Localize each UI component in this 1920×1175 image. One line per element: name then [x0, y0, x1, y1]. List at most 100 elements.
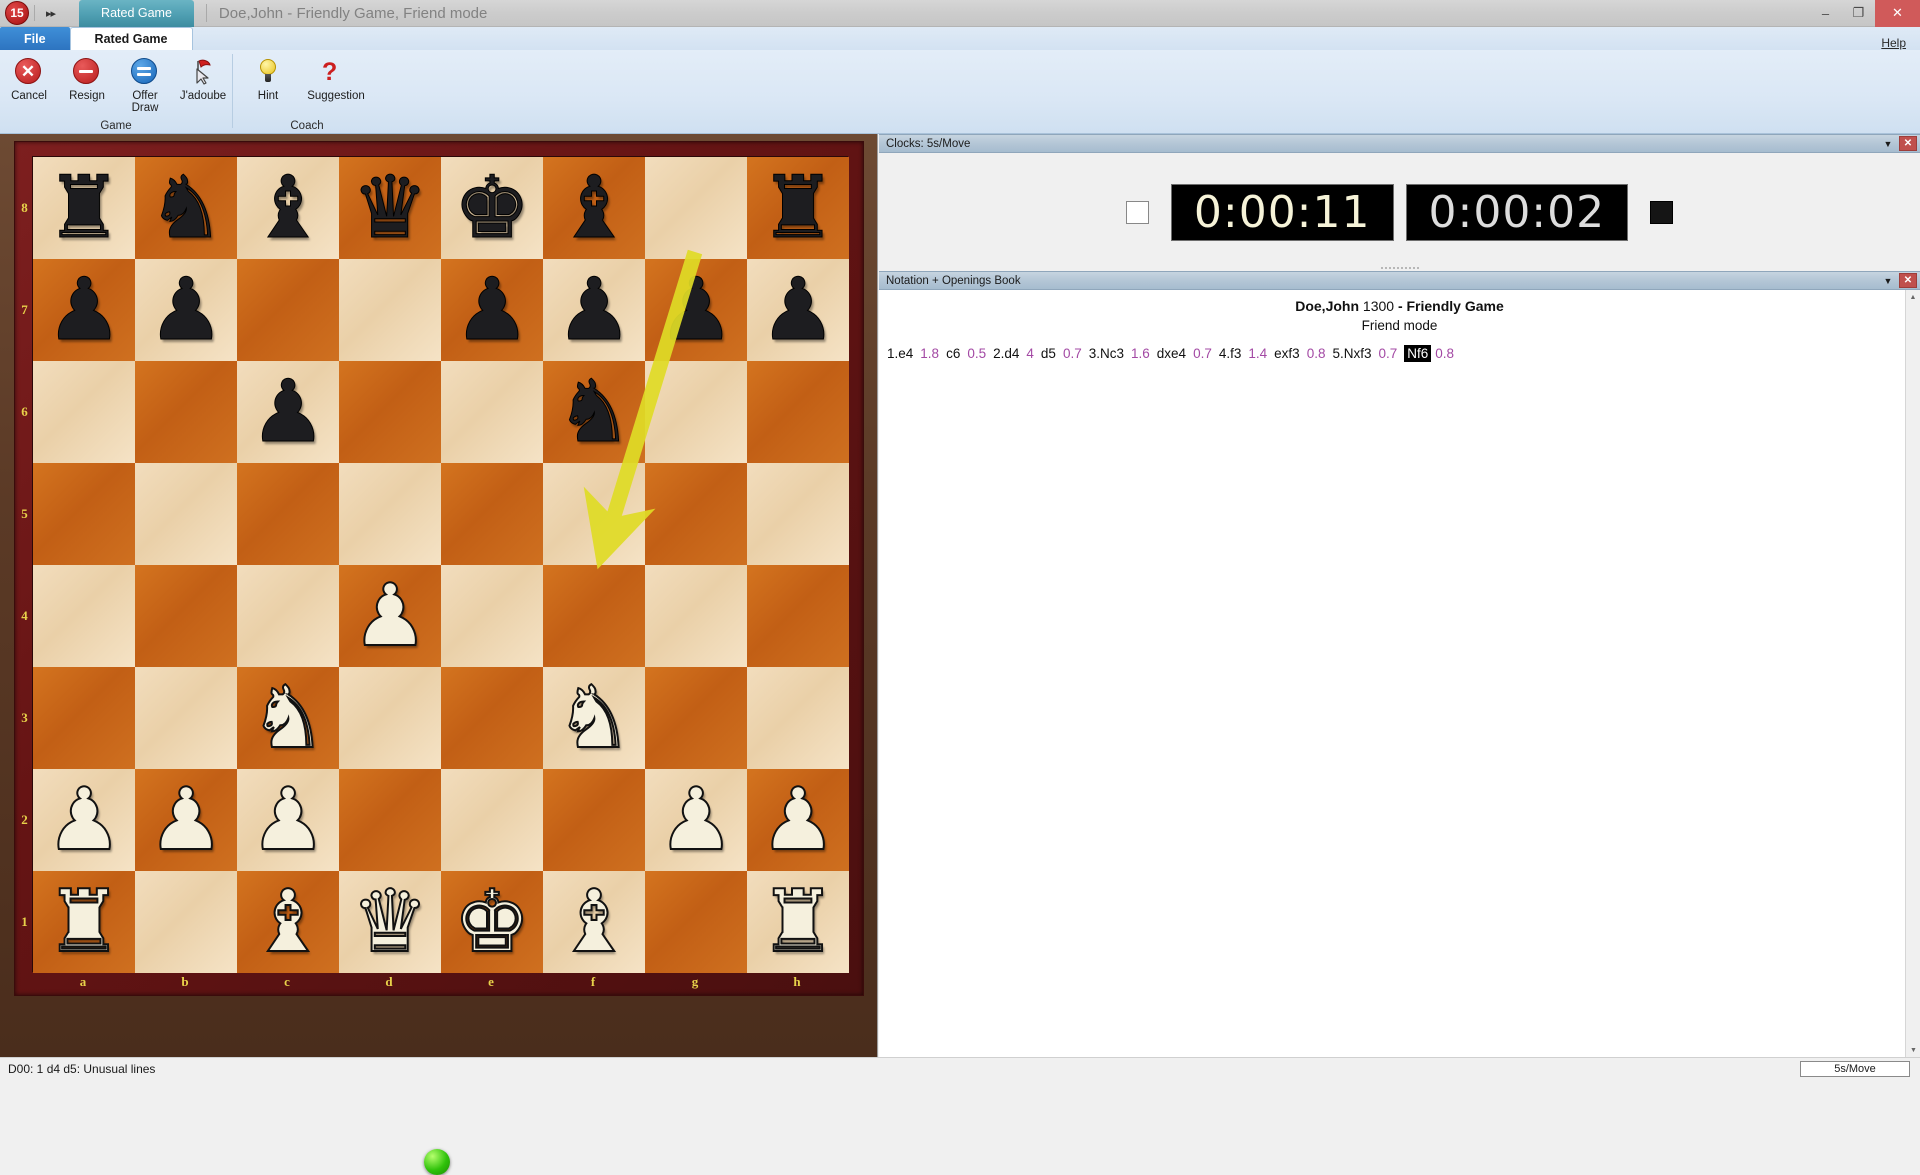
board-square-f7[interactable]: ♟ — [543, 259, 645, 361]
help-link[interactable]: Help — [1881, 36, 1906, 50]
piece-black-n[interactable]: ♞ — [555, 369, 632, 455]
board-square-h1[interactable]: ♜ — [747, 871, 849, 973]
board-square-e6[interactable] — [441, 361, 543, 463]
board-square-g2[interactable]: ♟ — [645, 769, 747, 871]
board-square-g8[interactable] — [645, 157, 747, 259]
board-square-b2[interactable]: ♟ — [135, 769, 237, 871]
board-square-b6[interactable] — [135, 361, 237, 463]
piece-black-p[interactable]: ♟ — [45, 267, 122, 353]
board-square-c2[interactable]: ♟ — [237, 769, 339, 871]
board-square-d7[interactable] — [339, 259, 441, 361]
board-square-c8[interactable]: ♝ — [237, 157, 339, 259]
piece-black-r[interactable]: ♜ — [45, 165, 122, 251]
close-button[interactable]: ✕ — [1875, 0, 1920, 27]
hint-button[interactable]: Hint — [239, 56, 297, 104]
move-9[interactable]: 5.Nxf3 — [1332, 346, 1371, 361]
piece-black-p[interactable]: ♟ — [555, 267, 632, 353]
board-square-f2[interactable] — [543, 769, 645, 871]
board-square-h2[interactable]: ♟ — [747, 769, 849, 871]
time-control-status[interactable]: 5s/Move — [1800, 1061, 1910, 1077]
piece-white-k[interactable]: ♚ — [453, 879, 530, 965]
board-square-b5[interactable] — [135, 463, 237, 565]
piece-white-q[interactable]: ♛ — [351, 879, 428, 965]
board-square-a8[interactable]: ♜ — [33, 157, 135, 259]
piece-white-n[interactable]: ♞ — [249, 675, 326, 761]
piece-white-p[interactable]: ♟ — [249, 777, 326, 863]
notation-close-icon[interactable]: ✕ — [1899, 273, 1917, 288]
scroll-up-icon[interactable]: ▲ — [1906, 290, 1920, 305]
piece-white-p[interactable]: ♟ — [147, 777, 224, 863]
clocks-collapse-icon[interactable]: ▼ — [1877, 135, 1899, 152]
board-square-c6[interactable]: ♟ — [237, 361, 339, 463]
piece-black-q[interactable]: ♛ — [351, 165, 428, 251]
piece-black-p[interactable]: ♟ — [249, 369, 326, 455]
piece-black-b[interactable]: ♝ — [249, 165, 326, 251]
move-list[interactable]: 1.e41.8c60.52.d44d50.73.Nc31.6dxe40.74.f… — [879, 333, 1920, 364]
board-square-d5[interactable] — [339, 463, 441, 565]
move-6[interactable]: dxe4 — [1157, 346, 1186, 361]
board-square-f5[interactable] — [543, 463, 645, 565]
piece-white-r[interactable]: ♜ — [759, 879, 836, 965]
board-square-c1[interactable]: ♝ — [237, 871, 339, 973]
board-square-d3[interactable] — [339, 667, 441, 769]
piece-black-p[interactable]: ♟ — [759, 267, 836, 353]
board-square-b3[interactable] — [135, 667, 237, 769]
board-square-c7[interactable] — [237, 259, 339, 361]
move-2[interactable]: c6 — [946, 346, 960, 361]
board-square-e7[interactable]: ♟ — [441, 259, 543, 361]
board-square-h5[interactable] — [747, 463, 849, 565]
board-square-a1[interactable]: ♜ — [33, 871, 135, 973]
piece-white-p[interactable]: ♟ — [657, 777, 734, 863]
board-square-g4[interactable] — [645, 565, 747, 667]
board-square-c3[interactable]: ♞ — [237, 667, 339, 769]
piece-white-b[interactable]: ♝ — [249, 879, 326, 965]
move-10[interactable]: Nf6 — [1404, 345, 1431, 362]
board-square-d8[interactable]: ♛ — [339, 157, 441, 259]
maximize-button[interactable]: ❐ — [1842, 0, 1875, 27]
notation-panel-body[interactable]: Doe,John 1300 - Friendly Game Friend mod… — [879, 290, 1920, 1058]
tab-rated-game[interactable]: Rated Game — [70, 27, 193, 50]
move-4[interactable]: d5 — [1041, 346, 1056, 361]
piece-white-p[interactable]: ♟ — [45, 777, 122, 863]
board-square-h8[interactable]: ♜ — [747, 157, 849, 259]
jadoube-button[interactable]: J'adoube — [174, 56, 232, 104]
board-square-h3[interactable] — [747, 667, 849, 769]
board-square-b1[interactable] — [135, 871, 237, 973]
board-square-c5[interactable] — [237, 463, 339, 565]
board-square-d2[interactable] — [339, 769, 441, 871]
piece-white-r[interactable]: ♜ — [45, 879, 122, 965]
move-7[interactable]: 4.f3 — [1219, 346, 1242, 361]
move-5[interactable]: 3.Nc3 — [1089, 346, 1124, 361]
tab-file[interactable]: File — [0, 27, 70, 50]
board-square-g7[interactable]: ♟ — [645, 259, 747, 361]
board-square-e3[interactable] — [441, 667, 543, 769]
panel-resize-grip[interactable] — [1381, 267, 1419, 269]
suggestion-button[interactable]: ? Suggestion — [297, 56, 375, 104]
quick-access-dropdown-icon[interactable]: ▸▸ — [40, 7, 61, 20]
board-square-e5[interactable] — [441, 463, 543, 565]
minimize-button[interactable]: – — [1809, 0, 1842, 27]
board-square-e8[interactable]: ♚ — [441, 157, 543, 259]
move-1[interactable]: 1.e4 — [887, 346, 913, 361]
piece-black-n[interactable]: ♞ — [147, 165, 224, 251]
board-square-a2[interactable]: ♟ — [33, 769, 135, 871]
board-square-f4[interactable] — [543, 565, 645, 667]
piece-black-p[interactable]: ♟ — [147, 267, 224, 353]
board-square-d1[interactable]: ♛ — [339, 871, 441, 973]
board-square-f6[interactable]: ♞ — [543, 361, 645, 463]
notation-scrollbar[interactable]: ▲ ▼ — [1905, 290, 1920, 1058]
board-square-g5[interactable] — [645, 463, 747, 565]
board-square-h7[interactable]: ♟ — [747, 259, 849, 361]
offer-draw-button[interactable]: Offer Draw — [116, 56, 174, 116]
board-square-a4[interactable] — [33, 565, 135, 667]
piece-black-k[interactable]: ♚ — [453, 165, 530, 251]
scroll-down-icon[interactable]: ▼ — [1906, 1043, 1920, 1058]
piece-black-p[interactable]: ♟ — [657, 267, 734, 353]
board-square-f1[interactable]: ♝ — [543, 871, 645, 973]
move-3[interactable]: 2.d4 — [993, 346, 1019, 361]
board-square-b7[interactable]: ♟ — [135, 259, 237, 361]
piece-black-b[interactable]: ♝ — [555, 165, 632, 251]
piece-white-p[interactable]: ♟ — [351, 573, 428, 659]
resign-button[interactable]: Resign — [58, 56, 116, 104]
piece-white-p[interactable]: ♟ — [759, 777, 836, 863]
